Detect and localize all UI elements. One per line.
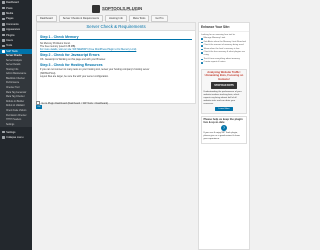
ad-text: Understanding the performance of your we… (203, 90, 242, 105)
ad-box: Analyzing Website Traffic: Unmasking Bot… (201, 68, 247, 114)
media-icon (2, 12, 5, 15)
plugin-logo: SOPTOOLS.PLUGIN SUPERCHARGE YOUR WORDPRE… (92, 5, 142, 15)
sop-tools-icon (2, 49, 5, 53)
settings-icon (2, 130, 5, 134)
learn-more-button[interactable]: Learn More (215, 107, 233, 112)
enhance-heading: Enhance Your Site: (199, 23, 249, 32)
step3-line: Layout files are larger, be sure the wit… (40, 74, 109, 78)
step3-title: Step 3 - Check for Hosting Resources (40, 62, 103, 67)
bullet-icon (201, 62, 203, 64)
bullet-icon (201, 48, 203, 51)
feature-item: Check the free memory & what plugins are… (201, 51, 247, 58)
panel-title: Server Check & Requirements (37, 23, 195, 31)
tools-icon (2, 44, 5, 48)
bullet-icon (201, 45, 203, 47)
plugin-icon (2, 33, 5, 37)
ok-button[interactable]: OK (36, 105, 42, 109)
collapse-icon (2, 136, 5, 139)
logo-mark-icon (92, 5, 100, 13)
dashboard-icon (2, 1, 5, 4)
feature-item: Create reports & notes (201, 61, 247, 64)
step1-title: Step 1 - Check Memory (40, 35, 192, 41)
right-sidebar: Enhance Your Site: Looking for an amazin… (198, 22, 250, 250)
step1-link[interactable]: For more details, visit our site: WP-MEM… (40, 48, 192, 51)
enhance-body: Looking for an amazing free tool to: Man… (199, 32, 249, 67)
step2-title: Step 2 - Check for Javascript Errors (40, 52, 100, 57)
bullet-icon (201, 38, 203, 40)
dashboard-option-label: Go to Plugin Dashboard (Dashboard > WP T… (41, 101, 109, 105)
page-icon (2, 17, 5, 21)
admin-sidebar: Dashboard Posts Media Pages Comments App… (0, 0, 32, 250)
bullet-icon (201, 41, 203, 44)
users-icon (2, 39, 5, 42)
panel-body: Step 1 - Check Memory No Memory Problems… (37, 31, 195, 80)
sidebar-item-collapse[interactable]: Collapse menu (0, 135, 32, 140)
logo-tagline: SUPERCHARGE YOUR WORDPRESS (102, 10, 138, 13)
bullet-icon (201, 58, 203, 61)
bullet-icon (201, 51, 203, 54)
pin-icon (2, 6, 5, 10)
question-icon: ? (221, 125, 227, 132)
ad-title: Analyzing Website Traffic: Unmasking Bot… (204, 71, 244, 81)
help-text: If you use & enjoy WP Tools plugin, plea… (203, 132, 240, 141)
step2-text: OK. Javascript is Working on this page a… (40, 58, 106, 62)
comment-icon (2, 22, 5, 26)
server-check-panel: Server Check & Requirements Step 1 - Che… (36, 22, 196, 104)
ad-brand: STOP BAD BOTS (211, 82, 237, 90)
brush-icon (2, 28, 5, 31)
help-box: Please help us keep the plugin live & up… (201, 115, 247, 144)
help-title: Please help us keep the plugin live & up… (203, 118, 243, 125)
dashboard-option: Go to Plugin Dashboard (Dashboard > WP T… (36, 101, 109, 106)
